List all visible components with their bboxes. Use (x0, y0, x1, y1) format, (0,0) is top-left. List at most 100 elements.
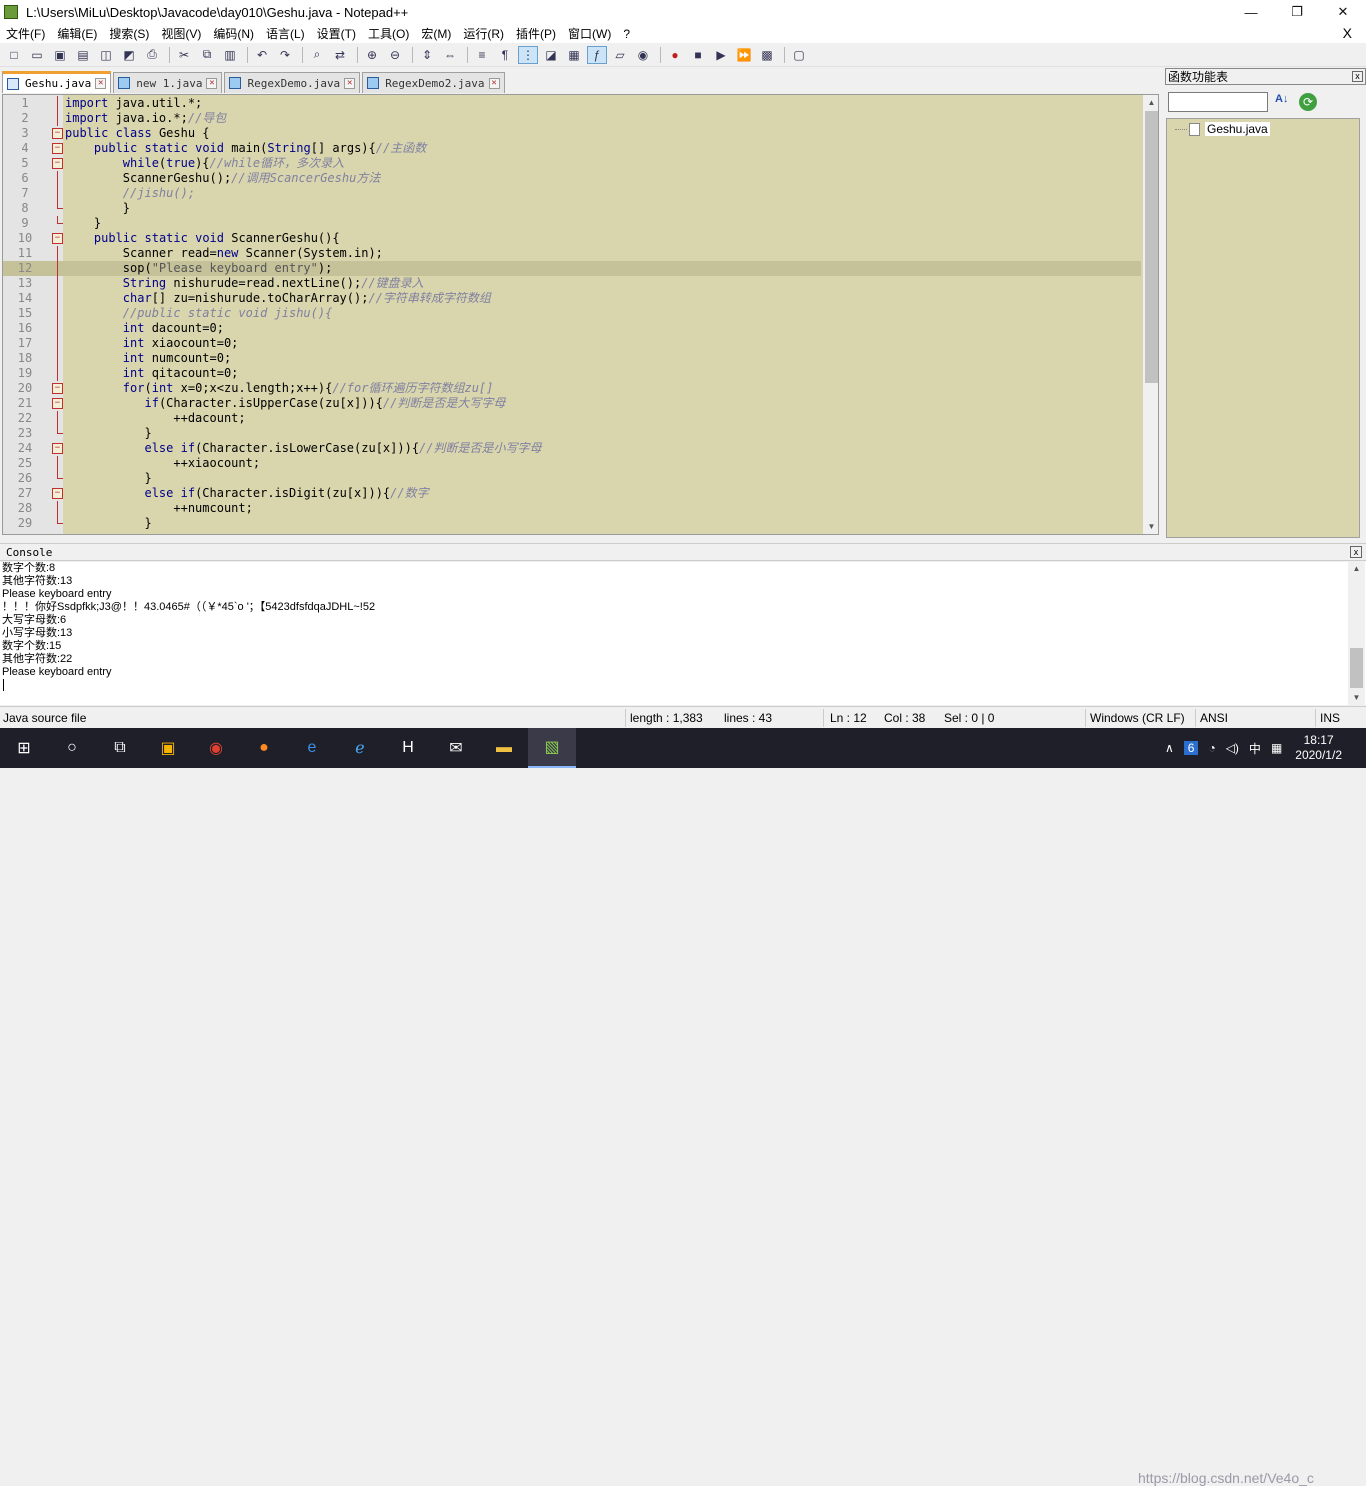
code-line[interactable]: 15 //public static void jishu(){ (3, 306, 1141, 321)
zoom-in-icon[interactable]: ⊕ (362, 46, 382, 64)
cut-icon[interactable]: ✂ (174, 46, 194, 64)
fold-toggle-icon[interactable]: − (52, 383, 63, 394)
notification-badge[interactable]: 6 (1183, 741, 1199, 755)
close-tab-icon[interactable]: ✕ (95, 78, 107, 89)
tab-regexdemo2-java[interactable]: RegexDemo2.java ✕ (362, 72, 505, 93)
run-icon[interactable]: ▢ (789, 46, 809, 64)
notepad-plus-plus-icon[interactable]: ▧ (528, 728, 576, 768)
code-line[interactable]: 7 //jishu(); (3, 186, 1141, 201)
code-line[interactable]: 17 int xiaocount=0; (3, 336, 1141, 351)
scroll-up-arrow-icon[interactable]: ▲ (1348, 562, 1365, 576)
firefox-icon[interactable]: ● (240, 728, 288, 768)
code-line[interactable]: 5 − while(true){//while循环，多次录入 (3, 156, 1141, 171)
hbuilder-icon[interactable]: H (384, 728, 432, 768)
code-line[interactable]: 8 } (3, 201, 1141, 216)
code-line[interactable]: 6 ScannerGeshu();//调用ScancerGeshu方法 (3, 171, 1141, 186)
tab-geshu-java[interactable]: Geshu.java ✕ (2, 71, 112, 93)
editor-vertical-scrollbar[interactable]: ▲ ▼ (1143, 95, 1158, 534)
folder-as-workspace-icon[interactable]: ▱ (610, 46, 630, 64)
code-line[interactable]: 19 int qitacount=0; (3, 366, 1141, 381)
menu-window[interactable]: 窗口(W) (562, 25, 617, 42)
print-icon[interactable]: ⎙ (142, 46, 162, 64)
code-editor[interactable]: 1 import java.util.*; 2 import java.io.*;//… (2, 94, 1159, 535)
menu-language[interactable]: 语言(L) (260, 25, 311, 42)
mail-icon[interactable]: ✉ (432, 728, 480, 768)
fold-toggle-icon[interactable]: − (52, 443, 63, 454)
paste-icon[interactable]: ▥ (220, 46, 240, 64)
stop-macro-icon[interactable]: ■ (688, 46, 708, 64)
tab-new-1-java[interactable]: new 1.java ✕ (113, 72, 223, 93)
code-line[interactable]: 18 int numcount=0; (3, 351, 1141, 366)
play-macro-icon[interactable]: ▶ (711, 46, 731, 64)
code-line[interactable]: 12 sop("Please keyboard entry"); (3, 261, 1141, 276)
scroll-thumb[interactable] (1350, 648, 1363, 688)
menu-tools[interactable]: 工具(O) (362, 25, 415, 42)
close-panel-icon[interactable]: x (1352, 71, 1363, 82)
network-icon[interactable]: ◔ (1208, 741, 1215, 755)
fold-toggle-icon[interactable]: − (52, 488, 63, 499)
fold-toggle-icon[interactable]: − (52, 128, 63, 139)
minimize-button[interactable]: — (1228, 0, 1274, 24)
close-console-icon[interactable]: x (1350, 546, 1362, 558)
new-file-icon[interactable]: □ (4, 46, 24, 64)
find-icon[interactable]: ⌕ (307, 46, 327, 64)
code-line[interactable]: 10 − public static void ScannerGeshu(){ (3, 231, 1141, 246)
scroll-up-arrow-icon[interactable]: ▲ (1143, 95, 1158, 110)
code-line[interactable]: 2 import java.io.*;//导包 (3, 111, 1141, 126)
open-file-icon[interactable]: ▭ (27, 46, 47, 64)
chrome-icon[interactable]: ◉ (192, 728, 240, 768)
store-icon[interactable]: ▣ (144, 728, 192, 768)
task-view-icon[interactable]: ⧉ (96, 728, 144, 768)
menu-settings[interactable]: 设置(T) (311, 25, 362, 42)
fold-toggle-icon[interactable]: − (52, 233, 63, 244)
code-line[interactable]: 16 int dacount=0; (3, 321, 1141, 336)
code-line[interactable]: 23 } (3, 426, 1141, 441)
close-tab-icon[interactable]: ✕ (206, 77, 218, 89)
zoom-out-icon[interactable]: ⊖ (385, 46, 405, 64)
function-list-icon[interactable]: ƒ (587, 45, 607, 64)
start-windows-icon[interactable]: ⊞ (0, 728, 48, 768)
menu-macro[interactable]: 宏(M) (415, 25, 457, 42)
save-icon[interactable]: ▣ (50, 46, 70, 64)
sync-vertical-icon[interactable]: ⇕ (417, 46, 437, 64)
code-line[interactable]: 1 import java.util.*; (3, 96, 1141, 111)
record-macro-icon[interactable]: ● (665, 46, 685, 64)
menu-run[interactable]: 运行(R) (457, 25, 510, 42)
code-line[interactable]: 21 − if(Character.isUpperCase(zu[x])){//判… (3, 396, 1141, 411)
redo-icon[interactable]: ↷ (275, 46, 295, 64)
close-tab-icon[interactable]: ✕ (344, 77, 356, 89)
edge-icon[interactable]: e (288, 728, 336, 768)
volume-icon[interactable]: ◁) (1226, 741, 1239, 755)
code-line[interactable]: 25 ++xiaocount; (3, 456, 1141, 471)
menu-edit[interactable]: 编辑(E) (51, 25, 103, 42)
word-wrap-icon[interactable]: ≡ (472, 46, 492, 64)
menu-view[interactable]: 视图(V) (155, 25, 207, 42)
indent-guide-icon[interactable]: ⋮ (518, 45, 538, 64)
undo-icon[interactable]: ↶ (252, 46, 272, 64)
menu-plugins[interactable]: 插件(P) (510, 25, 562, 42)
code-line[interactable]: 3 − public class Geshu { (3, 126, 1141, 141)
fold-toggle-icon[interactable]: − (52, 158, 63, 169)
menu-search[interactable]: 搜索(S) (103, 25, 155, 42)
save-macro-icon[interactable]: ▩ (757, 46, 777, 64)
udl-icon[interactable]: ◪ (541, 46, 561, 64)
code-line[interactable]: 27 − else if(Character.isDigit(zu[x])){//… (3, 486, 1141, 501)
console-vertical-scrollbar[interactable]: ▲ ▼ (1348, 562, 1365, 705)
close-file-icon[interactable]: ◫ (96, 46, 116, 64)
internet-explorer-icon[interactable]: ℯ (336, 728, 384, 768)
code-line[interactable]: 11 Scanner read=new Scanner(System.in); (3, 246, 1141, 261)
sort-icon[interactable]: A↓ (1275, 93, 1291, 109)
code-line[interactable]: 29 } (3, 516, 1141, 531)
ime-indicator[interactable]: 中 (1249, 740, 1261, 757)
monitoring-icon[interactable]: ◉ (633, 46, 653, 64)
menu-help[interactable]: ? (617, 27, 636, 41)
file-explorer-icon[interactable]: ▬ (480, 728, 528, 768)
close-document-button[interactable]: X (1337, 25, 1358, 41)
code-line[interactable]: 22 ++dacount; (3, 411, 1141, 426)
function-search-input[interactable] (1168, 92, 1268, 112)
close-all-icon[interactable]: ◩ (119, 46, 139, 64)
menu-encoding[interactable]: 编码(N) (207, 25, 260, 42)
close-window-button[interactable]: ✕ (1320, 0, 1366, 24)
restore-button[interactable]: ❐ (1274, 0, 1320, 24)
scroll-down-arrow-icon[interactable]: ▼ (1143, 519, 1158, 534)
